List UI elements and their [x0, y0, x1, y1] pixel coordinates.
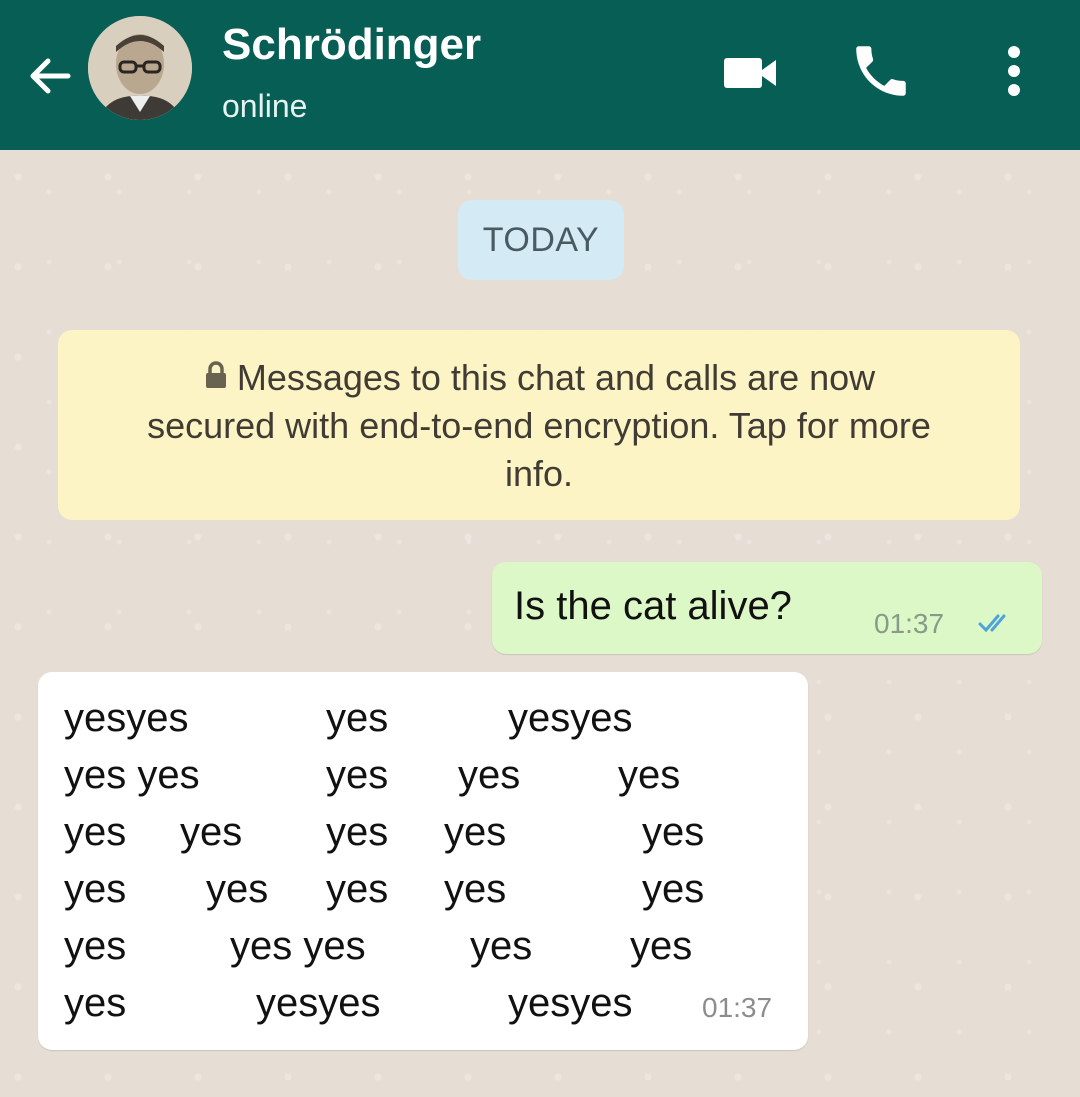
back-arrow-icon	[30, 58, 71, 94]
contact-photo	[88, 16, 192, 120]
yes-word: yes	[444, 867, 507, 911]
yes-word: yes	[64, 867, 127, 911]
notice-line-1-text: Messages to this chat and calls are now	[236, 357, 876, 398]
yes-word: yes	[642, 867, 705, 911]
phone-icon	[856, 46, 906, 96]
avatar[interactable]	[88, 16, 192, 120]
yes-word: yes	[444, 810, 507, 854]
more-vertical-icon	[1008, 46, 1020, 96]
contact-status: online	[222, 88, 308, 124]
yes-word: yes	[180, 810, 243, 854]
yes-word: yes	[206, 867, 269, 911]
yes-word: yes	[470, 924, 533, 968]
outgoing-message[interactable]: Is the cat alive? 01:37	[492, 562, 1042, 654]
yes-word: yesyes	[256, 981, 381, 1025]
yes-word: yes	[326, 810, 389, 854]
yes-word: yes	[326, 696, 389, 740]
yes-word: yes yes	[230, 924, 366, 968]
notice-line-3: info.	[504, 453, 574, 494]
incoming-message-time: 01:37	[702, 992, 773, 1023]
yes-word: yesyes	[508, 981, 633, 1025]
yes-word: yes	[458, 753, 521, 797]
outgoing-message-text: Is the cat alive?	[514, 584, 792, 628]
video-call-button[interactable]	[718, 48, 782, 96]
yes-word: yes	[618, 753, 681, 797]
yes-word: yesyes	[64, 696, 189, 740]
yes-word: yes	[642, 810, 705, 854]
date-chip: TODAY	[458, 200, 624, 280]
chat-header: Schrödinger online	[0, 0, 1080, 150]
yes-word: yes	[64, 810, 127, 854]
yes-word: yes	[64, 981, 127, 1025]
double-check-icon	[978, 614, 1006, 633]
incoming-message[interactable]: yesyes yes yesyes yes yes yes yes yes yes yes yes…	[38, 672, 808, 1050]
yes-word: yesyes	[508, 696, 633, 740]
yes-word: yes	[64, 924, 127, 968]
lock-icon	[205, 361, 226, 388]
encryption-notice[interactable]: Messages to this chat and calls are now …	[58, 330, 1020, 520]
yes-word: yes yes	[64, 753, 200, 797]
yes-word: yes	[326, 753, 389, 797]
incoming-message-text: yesyes yes yesyes yes yes yes yes yes yes yes yes…	[38, 672, 808, 1050]
notice-line-2: secured with end-to-end encryption. Tap …	[147, 405, 931, 446]
more-options-button[interactable]	[994, 38, 1034, 104]
video-camera-icon	[724, 58, 776, 88]
yes-word: yes	[326, 867, 389, 911]
outgoing-message-time: 01:37	[874, 608, 945, 639]
back-button[interactable]	[22, 48, 78, 104]
voice-call-button[interactable]	[848, 38, 914, 104]
yes-word: yes	[630, 924, 693, 968]
notice-line-1: Messages to this chat and calls are now	[88, 354, 990, 402]
contact-name[interactable]: Schrödinger	[222, 20, 481, 70]
